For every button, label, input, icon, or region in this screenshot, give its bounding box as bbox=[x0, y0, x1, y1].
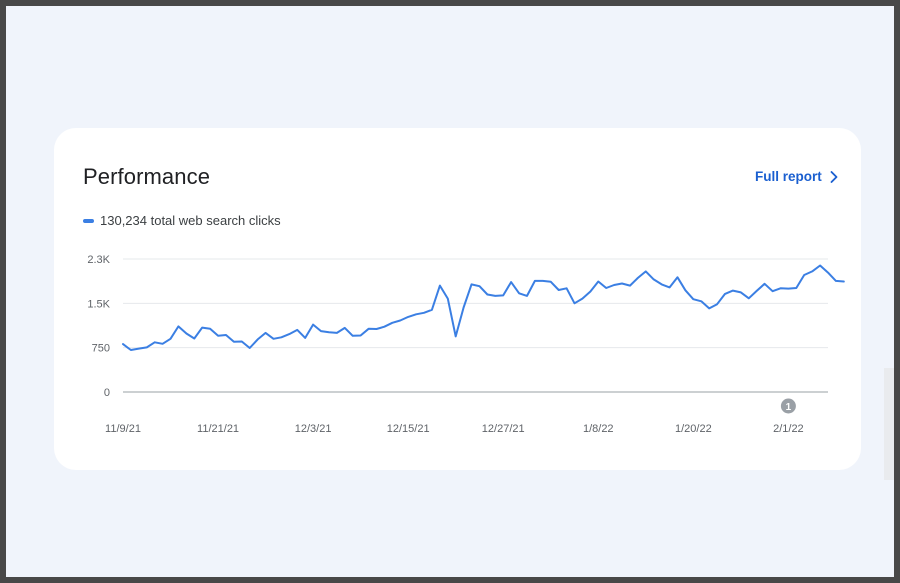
performance-card: Performance Full report 130,234 total we… bbox=[54, 128, 861, 470]
x-tick-label: 11/21/21 bbox=[197, 423, 239, 435]
x-tick-label: 12/3/21 bbox=[295, 423, 332, 435]
scroll-edge bbox=[884, 368, 894, 480]
x-tick-label: 1/8/22 bbox=[583, 423, 614, 435]
y-tick-label: 2.3K bbox=[87, 254, 110, 266]
x-tick-label: 1/20/22 bbox=[675, 423, 712, 435]
y-tick-label: 1.5K bbox=[87, 298, 110, 310]
x-tick-label: 2/1/22 bbox=[773, 423, 804, 435]
annotation-label: 1 bbox=[786, 402, 792, 413]
y-tick-label: 750 bbox=[92, 343, 110, 355]
clicks-series-line bbox=[122, 264, 845, 351]
x-tick-label: 12/27/21 bbox=[482, 423, 525, 435]
clicks-line-chart: 0 750 1.5K 2.3K 11/9/21 11/21/21 12/3/21 12/15/… bbox=[87, 254, 845, 435]
x-tick-label: 11/9/21 bbox=[105, 423, 141, 435]
y-tick-label: 0 bbox=[104, 387, 110, 399]
x-tick-label: 12/15/21 bbox=[387, 423, 430, 435]
